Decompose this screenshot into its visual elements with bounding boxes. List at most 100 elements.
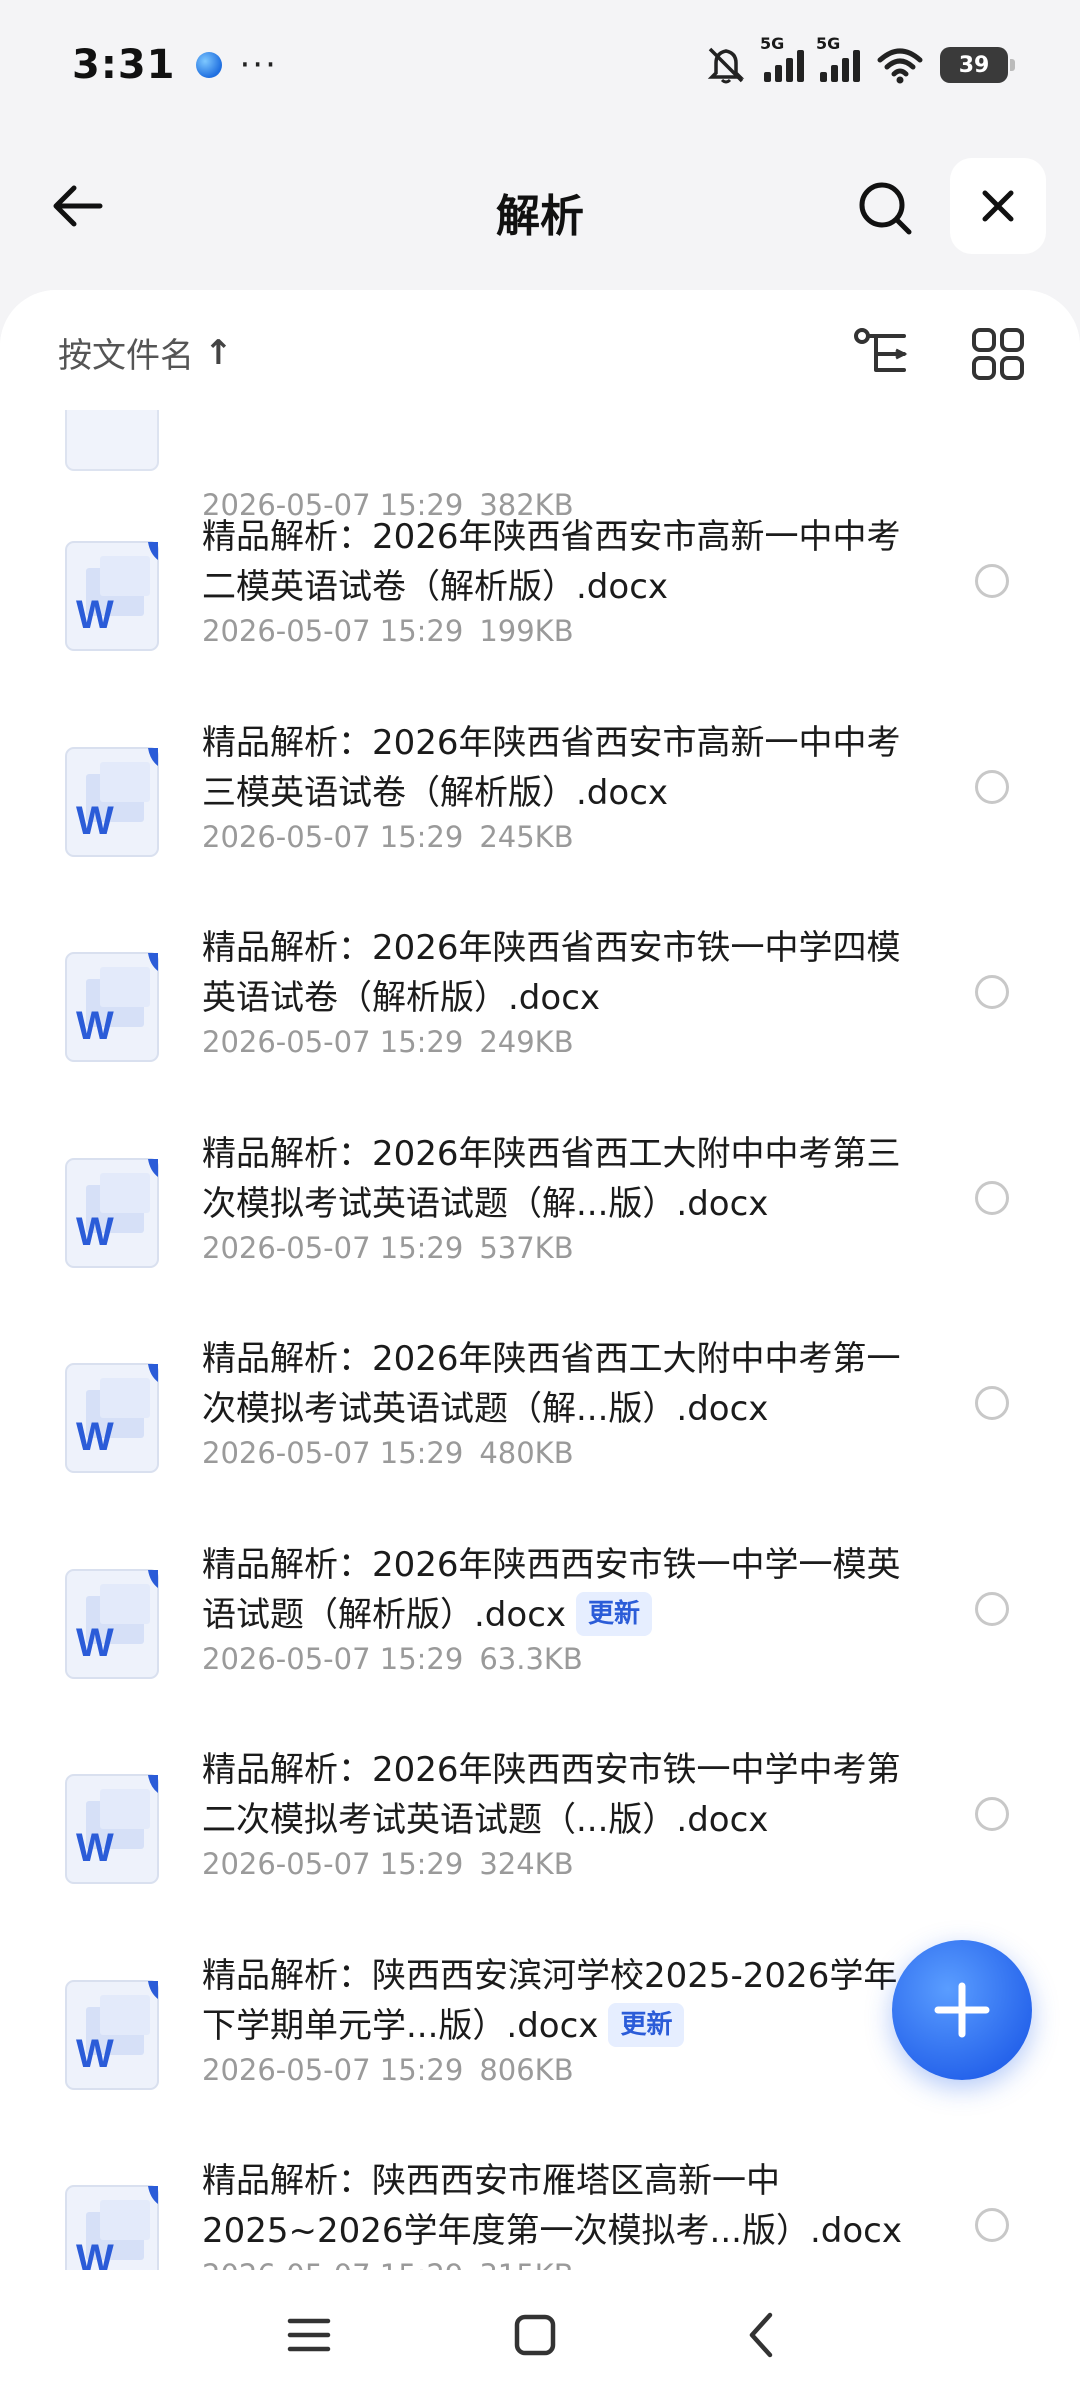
select-radio[interactable] xyxy=(975,1591,1009,1626)
file-name: 精品解析：2026年陕西省西工大附中中考第一次模拟考试英语试题（解...版）.d… xyxy=(202,1334,902,1434)
select-radio[interactable] xyxy=(975,1797,1009,1831)
file-meta: 2026-05-07 15:29 199KB xyxy=(202,614,574,648)
file-size: 249KB xyxy=(479,1025,574,1059)
svg-text:W: W xyxy=(76,2237,114,2270)
back-nav-button[interactable] xyxy=(726,2300,796,2370)
file-date: 2026-05-07 15:29 xyxy=(202,2258,463,2270)
file-list-item[interactable]: W 精品解析：2026年陕西西安市铁一中学一模英语试题（解析版）.docx 更新 20… xyxy=(0,1518,1080,1723)
file-name: 精品解析：陕西西安滨河学校2025-2026学年下学期单元学...版）.docx… xyxy=(202,1951,902,2051)
file-list-item[interactable]: W 精品解析：陕西西安市雁塔区高新一中2025~2026学年度第一次模拟考...版… xyxy=(0,2134,1080,2270)
svg-text:W: W xyxy=(76,799,114,843)
file-meta: 2026-05-07 15:29 537KB xyxy=(202,1231,574,1265)
file-name: 精品解析：2026年陕西省西安市高新一中中考二模英语试卷（解析版）.docx xyxy=(202,512,902,612)
file-date: 2026-05-07 15:29 xyxy=(202,1436,464,1470)
battery-level: 39 xyxy=(958,52,990,78)
file-size: 199KB xyxy=(479,614,574,648)
file-size: 315KB xyxy=(479,2258,573,2270)
select-radio[interactable] xyxy=(975,1386,1009,1420)
more-notifications-icon: ··· xyxy=(239,45,278,85)
status-bar: 3:31 ··· 5G 5G 39 xyxy=(0,0,1080,130)
chevron-left-icon xyxy=(749,2312,773,2358)
file-name-text: 精品解析：2026年陕西西安市铁一中学一模英语试题（解析版）.docx xyxy=(202,1544,901,1635)
updated-badge: 更新 xyxy=(608,2002,685,2047)
select-radio[interactable] xyxy=(975,564,1009,598)
file-date: 2026-05-07 15:29 xyxy=(202,1230,464,1265)
grid-view-icon[interactable] xyxy=(970,326,1026,382)
mute-icon xyxy=(707,47,745,84)
file-date: 2026-05-07 15:29 xyxy=(202,2052,464,2087)
file-date: 2026-05-07 15:29 xyxy=(202,1847,464,1881)
file-date: 2026-05-07 15:29 xyxy=(202,614,464,648)
sort-bar: 按文件名 ↑ xyxy=(0,290,1080,410)
file-name: 精品解析：2026年陕西省西安市高新一中中考三模英语试卷（解析版）.docx xyxy=(202,718,902,818)
svg-text:W: W xyxy=(76,1210,114,1254)
word-doc-icon: W xyxy=(64,1568,160,1680)
word-doc-icon: W xyxy=(64,1362,160,1474)
file-name-text: 精品解析：2026年陕西省西工大附中中考第三次模拟考试英语试题（解...版）.d… xyxy=(202,1133,901,1224)
close-button[interactable] xyxy=(950,158,1046,254)
add-button[interactable] xyxy=(892,1940,1032,2080)
file-list-item[interactable]: W 精品解析：2026年陕西省西工大附中中考第三次模拟考试英语试题（解...版）.… xyxy=(0,1107,1080,1312)
home-square-icon xyxy=(514,2314,556,2356)
file-meta: 2026-05-07 15:29 324KB xyxy=(202,1847,574,1881)
file-meta: 2026-05-07 15:29 245KB xyxy=(202,820,574,854)
wifi-icon xyxy=(877,48,923,84)
file-list-item[interactable]: W 精品解析：2026年陕西西安市铁一中学中考第二次模拟考试英语试题（...版）.… xyxy=(0,1723,1080,1928)
file-name-text: 精品解析：2026年陕西省西安市高新一中中考三模英语试卷（解析版）.docx xyxy=(202,722,901,813)
search-button[interactable] xyxy=(845,168,925,248)
file-date: 2026-05-07 15:29 xyxy=(202,819,464,854)
file-name-text: 精品解析：2026年陕西省西安市铁一中学四模英语试卷（解析版）.docx xyxy=(202,928,901,1018)
file-date: 2026-05-07 15:29 xyxy=(202,1641,464,1676)
file-meta: 2026-05-07 15:29 806KB xyxy=(202,2053,574,2087)
word-doc-icon xyxy=(64,410,160,472)
file-name: 精品解析：2026年陕西西安市铁一中学一模英语试题（解析版）.docx 更新 xyxy=(202,1540,902,1640)
file-name-text: 精品解析：陕西西安滨河学校2025-2026学年下学期单元学...版）.docx xyxy=(202,1955,898,2046)
file-meta: 2026-05-07 15:29 249KB xyxy=(202,1025,574,1059)
file-size: 324KB xyxy=(479,1847,574,1881)
file-list-item[interactable]: W 精品解析：2026年陕西省西安市铁一中学四模英语试卷（解析版）.docx 202… xyxy=(0,901,1080,1106)
signal-strength-icon: 5G xyxy=(760,34,804,82)
menu-icon xyxy=(287,2318,331,2352)
search-icon xyxy=(859,182,912,235)
tree-view-icon[interactable] xyxy=(852,326,912,382)
word-doc-icon: W xyxy=(64,1773,160,1885)
signal-type-label: 5G xyxy=(760,34,785,53)
file-size: 806KB xyxy=(479,2052,574,2087)
file-size: 537KB xyxy=(479,1230,574,1265)
file-list-item[interactable]: W 精品解析：2026年陕西省西工大附中中考第一次模拟考试英语试题（解...版）.… xyxy=(0,1312,1080,1517)
updated-badge: 更新 xyxy=(576,1591,653,1636)
close-icon xyxy=(982,190,1014,222)
file-name-text: 精品解析：2026年陕西西安市铁一中学中考第二次模拟考试英语试题（...版）.d… xyxy=(202,1750,901,1840)
word-doc-icon: W xyxy=(64,1979,160,2091)
file-size: 63.3KB xyxy=(479,1641,583,1676)
svg-text:W: W xyxy=(76,1621,114,1665)
file-name: 精品解析：2026年陕西省西安市铁一中学四模英语试卷（解析版）.docx xyxy=(202,923,902,1023)
menu-nav-button[interactable] xyxy=(274,2300,344,2370)
svg-text:W: W xyxy=(76,2032,114,2076)
file-meta: 2026-05-07 15:29 480KB xyxy=(202,1436,574,1470)
file-meta: 2026-05-07 15:29 63.3KB xyxy=(202,1642,583,1676)
home-nav-button[interactable] xyxy=(500,2300,570,2370)
sort-ascending-icon: ↑ xyxy=(204,332,233,373)
select-radio[interactable] xyxy=(975,1180,1009,1215)
sort-label: 按文件名 xyxy=(58,336,194,376)
file-list-item[interactable]: W 精品解析：2026年陕西省西安市高新一中中考三模英语试卷（解析版）.docx 2… xyxy=(0,696,1080,901)
file-meta: 2026-05-07 15:29 315KB xyxy=(202,2258,574,2270)
select-radio[interactable] xyxy=(975,2208,1009,2242)
select-radio[interactable] xyxy=(975,769,1009,804)
file-list-item[interactable]: W 精品解析：2026年陕西省西安市高新一中中考二模英语试卷（解析版）.docx 2… xyxy=(0,490,1080,695)
signal-strength-icon-2: 5G xyxy=(816,34,860,82)
file-name: 精品解析：陕西西安市雁塔区高新一中2025~2026学年度第一次模拟考...版）… xyxy=(202,2156,902,2256)
select-radio[interactable] xyxy=(975,975,1009,1009)
file-name-text: 精品解析：2026年陕西省西安市高新一中中考二模英语试卷（解析版）.docx xyxy=(202,517,901,607)
file-date: 2026-05-07 15:29 xyxy=(202,1025,464,1059)
word-doc-icon: W xyxy=(64,746,160,858)
word-doc-icon: W xyxy=(64,2184,160,2270)
top-app-bar: 解析 xyxy=(0,140,1080,270)
svg-text:W: W xyxy=(76,1415,114,1459)
file-name-text: 精品解析：陕西西安市雁塔区高新一中2025~2026学年度第一次模拟考...版）… xyxy=(202,2161,902,2251)
sort-by-name-button[interactable]: 按文件名 ↑ xyxy=(58,328,233,377)
file-name: 精品解析：2026年陕西西安市铁一中学中考第二次模拟考试英语试题（...版）.d… xyxy=(202,1745,902,1845)
file-size: 245KB xyxy=(479,819,574,854)
battery-icon: 39 xyxy=(940,47,1015,83)
